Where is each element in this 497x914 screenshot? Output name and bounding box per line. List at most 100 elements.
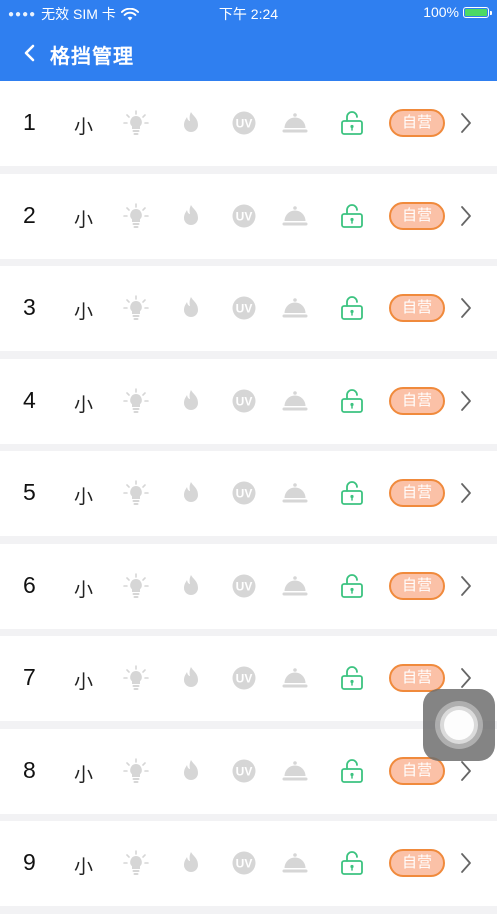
unlock-icon[interactable] (338, 202, 366, 230)
flame-icon (184, 297, 198, 317)
uv-label: UV (236, 672, 253, 686)
compartment-number: 6 (23, 571, 36, 598)
lightbulb-icon (123, 665, 149, 690)
chevron-right-icon[interactable] (458, 759, 474, 783)
uv-icon: UV (232, 296, 256, 320)
lightbulb-icon (123, 110, 149, 135)
compartment-number: 7 (23, 664, 36, 690)
lightbulb-icon (123, 572, 149, 598)
uv-label: UV (236, 117, 253, 131)
flame-icon (184, 112, 198, 132)
uv-label: UV (236, 394, 253, 408)
service-bell-icon (282, 853, 308, 873)
compartment-list: 1 小 UV 自营 2 小 UV 自营 3 小 UV 自营 4 小 UV 自营 … (0, 81, 497, 914)
compartment-size: 小 (74, 394, 94, 416)
compartment-number: 5 (23, 479, 36, 505)
self-operated-badge: 自营 (389, 571, 445, 600)
compartment-row[interactable]: 9 小 UV 自营 (0, 821, 497, 906)
compartment-row[interactable]: 3 小 UV 自营 (0, 266, 497, 351)
battery-percent: 100% (423, 4, 459, 20)
compartment-size: 小 (74, 209, 94, 231)
chevron-right-icon[interactable] (458, 851, 474, 875)
service-bell-icon (282, 205, 308, 225)
self-operated-badge: 自营 (389, 294, 445, 322)
nav-bar: 格挡管理 (0, 24, 497, 81)
compartment-size: 小 (74, 672, 94, 693)
compartment-number: 4 (23, 386, 36, 413)
compartment-number: 1 (23, 109, 36, 135)
compartment-row[interactable]: 5 小 UV 自营 (0, 451, 497, 536)
self-operated-badge: 自营 (389, 664, 445, 692)
unlock-icon[interactable] (338, 294, 366, 322)
self-operated-badge: 自营 (389, 109, 445, 137)
chevron-right-icon[interactable] (458, 389, 474, 413)
status-right: 100% (423, 4, 492, 20)
uv-icon: UV (232, 666, 256, 690)
unlock-icon[interactable] (338, 572, 366, 600)
chevron-right-icon[interactable] (458, 204, 474, 228)
lightbulb-icon (123, 757, 149, 783)
flame-icon (184, 389, 198, 410)
lightbulb-icon (123, 295, 149, 320)
flame-icon (184, 574, 198, 595)
unlock-icon[interactable] (338, 849, 366, 877)
unlock-icon[interactable] (338, 757, 366, 785)
lightbulb-icon (123, 387, 149, 413)
uv-label: UV (236, 209, 253, 223)
uv-icon: UV (232, 851, 256, 875)
service-bell-icon (282, 760, 308, 780)
compartment-size: 小 (74, 857, 94, 878)
compartment-number: 2 (23, 201, 36, 228)
flame-icon (184, 482, 198, 502)
unlock-icon[interactable] (338, 664, 366, 692)
lightbulb-icon (123, 480, 149, 505)
unlock-icon[interactable] (338, 109, 366, 137)
flame-icon (184, 667, 198, 687)
flame-icon (184, 759, 198, 780)
compartment-size: 小 (74, 487, 94, 508)
service-bell-icon (282, 483, 308, 503)
chevron-right-icon[interactable] (458, 111, 474, 135)
chevron-right-icon[interactable] (458, 574, 474, 598)
uv-label: UV (236, 302, 253, 316)
service-bell-icon (282, 390, 308, 410)
compartment-row[interactable]: 6 小 UV 自营 (0, 543, 497, 629)
compartment-number: 9 (23, 849, 36, 875)
unlock-icon[interactable] (338, 387, 366, 415)
uv-icon: UV (232, 111, 256, 135)
battery-icon (463, 6, 492, 18)
uv-label: UV (236, 579, 253, 593)
self-operated-badge: 自营 (389, 479, 445, 507)
uv-icon: UV (232, 574, 256, 597)
self-operated-badge: 自营 (389, 849, 445, 877)
chevron-right-icon[interactable] (458, 296, 474, 320)
uv-icon: UV (232, 759, 256, 782)
service-bell-icon (282, 668, 308, 688)
chevron-right-icon[interactable] (458, 666, 474, 690)
chevron-left-icon (24, 44, 35, 62)
service-bell-icon (282, 575, 308, 595)
compartment-row[interactable]: 1 小 UV 自营 (0, 81, 497, 166)
back-button[interactable] (16, 39, 42, 67)
uv-label: UV (236, 764, 253, 778)
compartment-row[interactable]: 2 小 UV 自营 (0, 173, 497, 259)
lightbulb-icon (123, 850, 149, 875)
uv-icon: UV (232, 389, 256, 412)
unlock-icon[interactable] (338, 479, 366, 507)
self-operated-badge: 自营 (389, 386, 445, 415)
compartment-size: 小 (74, 117, 94, 138)
flame-icon (184, 204, 198, 225)
self-operated-badge: 自营 (389, 201, 445, 230)
service-bell-icon (282, 298, 308, 318)
assistive-touch-button[interactable] (423, 689, 495, 761)
uv-label: UV (236, 857, 253, 871)
page-title: 格挡管理 (50, 46, 134, 68)
uv-label: UV (236, 487, 253, 501)
compartment-size: 小 (74, 764, 94, 786)
uv-icon: UV (232, 481, 256, 505)
uv-icon: UV (232, 204, 256, 227)
compartment-size: 小 (74, 579, 94, 601)
chevron-right-icon[interactable] (458, 481, 474, 505)
compartment-row[interactable]: 4 小 UV 自营 (0, 358, 497, 444)
compartment-size: 小 (74, 302, 94, 323)
